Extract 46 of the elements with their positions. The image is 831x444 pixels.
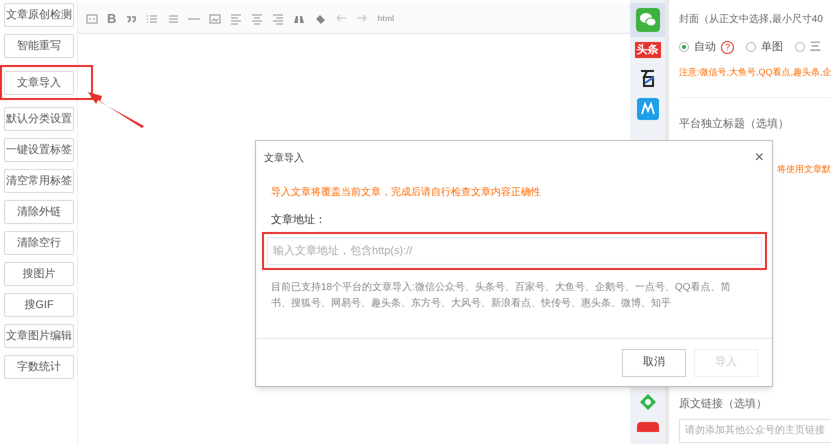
unordered-list-icon[interactable] [167, 12, 180, 24]
radio-label: 单图 [761, 40, 783, 55]
title-note: 将使用文章默 [776, 162, 831, 176]
help-icon[interactable]: ? [721, 40, 734, 54]
cancel-button[interactable]: 取消 [622, 348, 686, 376]
platform-tab[interactable]: 头条 [630, 37, 665, 63]
tool-button[interactable]: 清除外链 [4, 200, 74, 224]
tool-button[interactable]: 默认分类设置 [4, 107, 74, 132]
warning-text: 导入文章将覆盖当前文章，完成后请自行检查文章内容正确性 [271, 186, 542, 200]
image-icon[interactable] [209, 12, 222, 24]
tool-button[interactable]: 智能重写 [4, 34, 74, 58]
supported-platforms-text: 目前已支持18个平台的文章导入:微信公众号、头条号、百家号、大鱼号、企鹅号、一点号、QQ看点、简书、搜狐号、网易号、趣头条、东方号、大风号、新浪看点、快传号、惠头条、微博、知乎 [271, 280, 732, 310]
link-input[interactable]: 请勿添加其他公众号的主页链接 [679, 418, 831, 442]
tool-button[interactable]: 搜GIF [4, 293, 74, 318]
radio-button[interactable] [679, 42, 689, 52]
tool-button[interactable]: 清空常用标签 [4, 169, 74, 194]
tool-button[interactable]: 文章导入 [4, 71, 74, 96]
radio-button[interactable] [795, 42, 805, 52]
dialog-title: 文章导入 [264, 152, 304, 166]
platform-logo: 头条 [634, 42, 660, 58]
cover-label: 封面（从正文中选择,最小尺寸40 [679, 12, 824, 27]
radio-label: 自动 [694, 40, 716, 55]
tool-button[interactable]: 清除空行 [4, 231, 74, 256]
source-icon[interactable] [86, 12, 98, 24]
tool-button[interactable]: 文章图片编辑 [4, 324, 74, 348]
platform-logo-icon [638, 68, 656, 88]
ordered-list-icon[interactable] [146, 12, 158, 24]
tool-button[interactable]: 搜图片 [4, 262, 74, 286]
align-right-icon[interactable] [272, 12, 284, 24]
tool-button[interactable]: 文章原创检测 [4, 3, 74, 27]
tool-button[interactable]: 一键设置标签 [4, 138, 74, 162]
m-letter-icon [636, 98, 658, 120]
chat-bubbles-icon [636, 8, 660, 32]
radio-button[interactable] [746, 42, 756, 52]
cover-note: 注意:微信号,大鱼号,QQ看点,趣头条,企 [679, 66, 831, 98]
field-label: 文章地址： [271, 212, 327, 228]
close-button[interactable]: × [754, 150, 764, 166]
url-input[interactable]: 输入文章地址，包含http(s):// [267, 236, 762, 264]
radio-label: 三 [810, 40, 821, 55]
eye-icon [638, 392, 658, 412]
title-label: 平台独立标题（选填） [679, 116, 790, 132]
align-center-icon[interactable] [251, 12, 264, 24]
platform-logo-icon [636, 422, 658, 432]
align-left-icon[interactable] [230, 12, 242, 24]
tool-button[interactable]: 字数统计 [4, 355, 74, 380]
link-label: 原文链接（选填） [679, 396, 768, 412]
